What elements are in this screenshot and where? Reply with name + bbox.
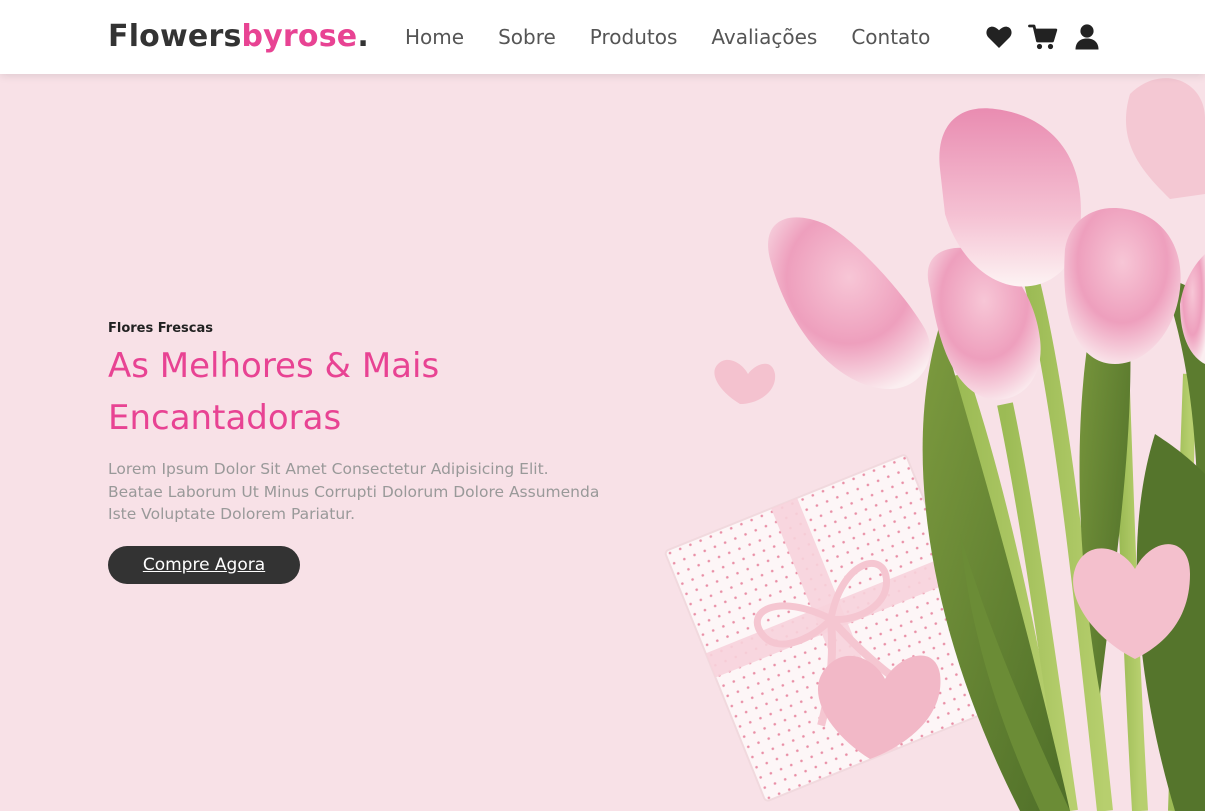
header-icons	[984, 22, 1102, 52]
hero-title-line1: As Melhores & Mais	[108, 346, 440, 386]
hero-eyebrow: Flores Frescas	[108, 321, 213, 336]
logo-main: Flowers	[108, 19, 242, 54]
shop-now-button[interactable]: Compre Agora	[108, 545, 300, 584]
main-nav: Home Sobre Produtos Avaliações Contato	[405, 22, 964, 52]
cart-icon[interactable]	[1028, 22, 1058, 52]
hero-title: As Melhores & Mais Encantadoras	[108, 340, 628, 444]
heart-icon[interactable]	[984, 22, 1014, 52]
hero-description: Lorem Ipsum Dolor Sit Amet Consectetur A…	[108, 460, 600, 523]
user-icon[interactable]	[1072, 22, 1102, 52]
logo-dot: .	[357, 19, 369, 54]
hero-section: Flores Frescas As Melhores & Mais Encant…	[0, 74, 1205, 811]
logo[interactable]: Flowersbyrose.	[108, 18, 369, 56]
site-header: Flowersbyrose. Home Sobre Produtos Avali…	[0, 0, 1205, 74]
nav-home[interactable]: Home	[405, 22, 464, 52]
logo-accent: byrose	[241, 19, 358, 54]
hero-title-line2: Encantadoras	[108, 398, 342, 438]
hero-content: Flores Frescas As Melhores & Mais Encant…	[108, 321, 628, 584]
nav-avaliacoes[interactable]: Avaliações	[711, 22, 817, 52]
tulips-gift-image	[664, 78, 1205, 811]
nav-contato[interactable]: Contato	[851, 22, 930, 52]
nav-produtos[interactable]: Produtos	[590, 22, 678, 52]
nav-sobre[interactable]: Sobre	[498, 22, 556, 52]
